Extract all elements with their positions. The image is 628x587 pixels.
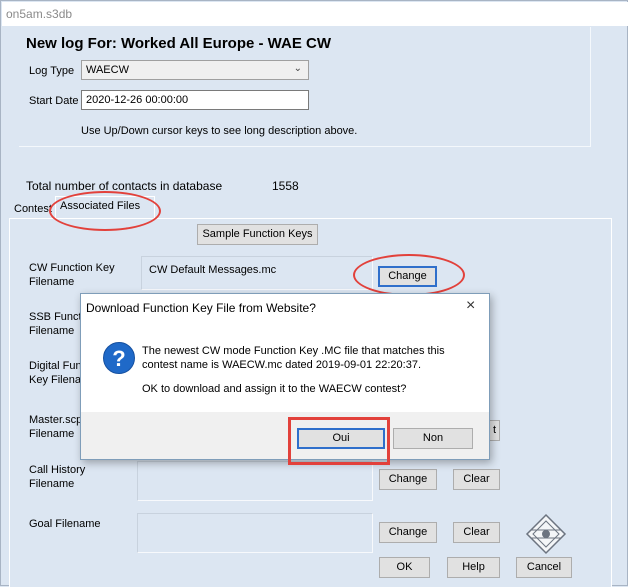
goal-change-button[interactable]: Change xyxy=(379,522,437,543)
start-date-input[interactable]: 2020-12-26 00:00:00 xyxy=(81,90,309,110)
log-type-value: WAECW xyxy=(86,64,129,76)
logo-icon xyxy=(525,513,567,555)
call-history-label-line1: Call History xyxy=(29,464,86,476)
page-title: New log For: Worked All Europe - WAE CW xyxy=(26,35,332,52)
digital-label-line1: Digital Fun xyxy=(29,360,82,372)
sample-function-keys-button[interactable]: Sample Function Keys xyxy=(197,224,318,245)
annotation-circle-tab xyxy=(49,191,161,231)
call-history-label-line2: Filename xyxy=(29,478,75,490)
cw-label-line1: CW Function Key xyxy=(29,262,115,274)
chevron-down-icon[interactable]: ⌄ xyxy=(294,63,302,74)
dialog-message-line2: contest name is WAECW.mc dated 2019-09-0… xyxy=(142,359,422,371)
dialog-title: Download Function Key File from Website? xyxy=(86,301,316,315)
call-history-clear-button[interactable]: Clear xyxy=(453,469,500,490)
total-contacts-count: 1558 xyxy=(272,179,299,193)
call-history-change-button[interactable]: Change xyxy=(379,469,437,490)
call-history-field xyxy=(137,461,373,501)
window-title: on5am.s3db xyxy=(6,7,73,21)
master-label-line1: Master.scp xyxy=(29,414,83,426)
master-label-line2: Filename xyxy=(29,428,75,440)
digital-label-line2: Key Filena xyxy=(29,374,81,386)
download-dialog: Download Function Key File from Website?… xyxy=(80,293,490,460)
goal-field xyxy=(137,513,373,553)
cw-label-line2: Filename xyxy=(29,276,75,288)
cw-file-value: CW Default Messages.mc xyxy=(149,264,277,276)
hint-text: Use Up/Down cursor keys to see long desc… xyxy=(81,125,358,137)
start-date-label: Start Date xyxy=(29,95,79,107)
no-button[interactable]: Non xyxy=(393,428,473,449)
close-icon[interactable]: × xyxy=(466,297,475,315)
dialog-message-line3: OK to download and assign it to the WAEC… xyxy=(142,383,407,395)
total-contacts-label: Total number of contacts in database xyxy=(26,179,223,193)
annotation-circle-change xyxy=(353,254,465,296)
annotation-box-yes xyxy=(288,417,390,465)
cancel-button[interactable]: Cancel xyxy=(516,557,572,578)
question-icon: ? xyxy=(103,342,135,374)
ssb-label-line2: Filename xyxy=(29,325,75,337)
goal-clear-button[interactable]: Clear xyxy=(453,522,500,543)
ssb-label-line1: SSB Funct xyxy=(29,311,82,323)
title-bar: on5am.s3db xyxy=(2,2,628,26)
main-window: on5am.s3db New log For: Worked All Europ… xyxy=(0,0,628,587)
goal-label: Goal Filename xyxy=(29,518,101,530)
log-type-label: Log Type xyxy=(29,65,75,77)
start-date-value: 2020-12-26 00:00:00 xyxy=(86,94,189,106)
dialog-message-line1: The newest CW mode Function Key .MC file… xyxy=(142,345,445,357)
log-type-select[interactable]: WAECW ⌄ xyxy=(81,60,309,80)
ok-button[interactable]: OK xyxy=(379,557,430,578)
help-button[interactable]: Help xyxy=(447,557,500,578)
